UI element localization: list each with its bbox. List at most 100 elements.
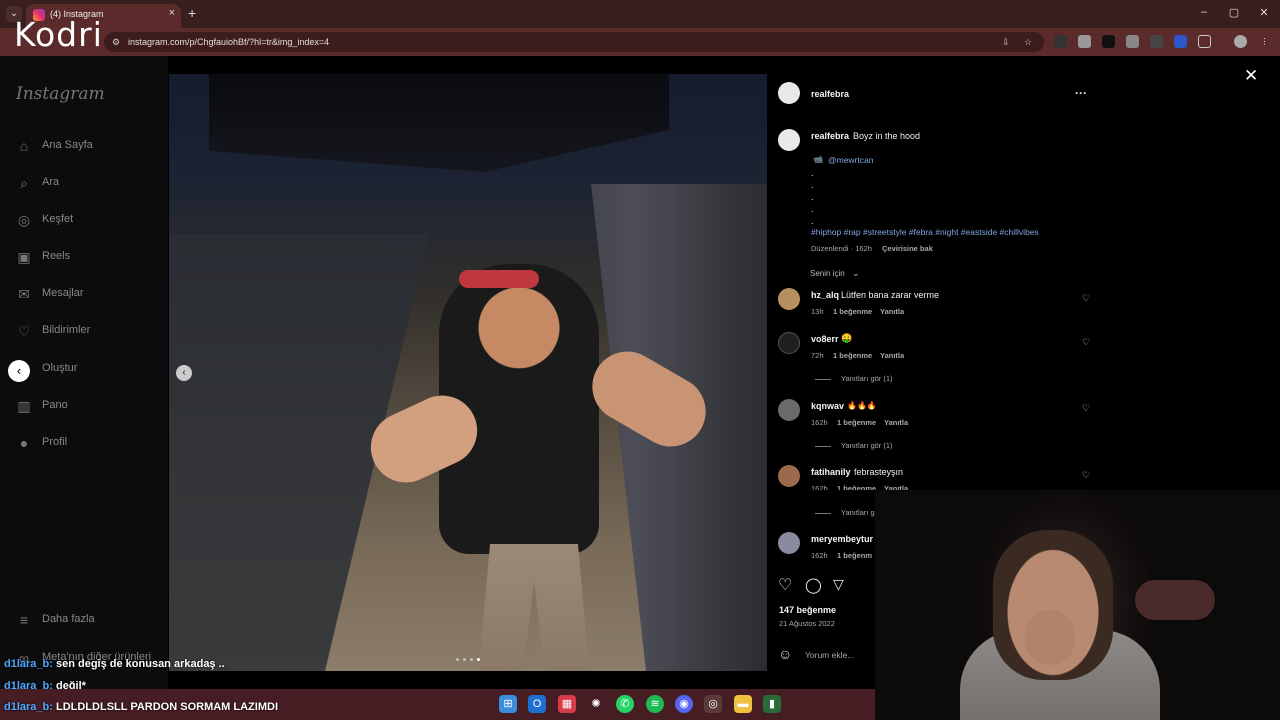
likes-count[interactable]: 147 beğenme [779, 605, 836, 615]
comment-like-heart-icon[interactable]: ♡ [1082, 403, 1090, 414]
app-grid-icon[interactable]: ▦ [558, 695, 576, 713]
browser-menu-icon[interactable]: ⋮ [1258, 35, 1271, 48]
extensions-puzzle-icon[interactable] [1198, 35, 1211, 48]
comment-username[interactable]: fatihanily [811, 467, 851, 477]
reply-link[interactable]: Yanıtla [880, 307, 904, 316]
view-replies-link[interactable]: Yanıtları gör (1) [815, 374, 893, 383]
comment-avatar[interactable] [778, 332, 800, 354]
chatgpt-icon[interactable]: ✺ [587, 695, 605, 713]
comment-like-heart-icon[interactable]: ♡ [1082, 293, 1090, 304]
whatsapp-icon[interactable]: ✆ [616, 695, 634, 713]
caption-avatar[interactable] [778, 129, 800, 151]
stream-brand-logo: Kodri [14, 15, 103, 54]
carousel-indicator [456, 658, 484, 662]
extension-icon[interactable] [1102, 35, 1115, 48]
file-explorer-icon[interactable]: ▬ [734, 695, 752, 713]
comment-avatar[interactable] [778, 465, 800, 487]
comment-bubble-icon[interactable]: ◯ [805, 576, 822, 594]
reply-link[interactable]: Yanıtla [880, 351, 904, 360]
post-photo[interactable] [169, 74, 767, 671]
comment-likes[interactable]: 1 beğenme [837, 418, 876, 427]
browser-tab-bar: ⌄ (4) Instagram × + – ▢ ✕ [0, 0, 1280, 28]
comment-filter-dropdown[interactable]: Senin için [810, 269, 845, 278]
add-comment-input[interactable]: Yorum ekle... [805, 650, 854, 660]
carousel-dot [470, 658, 473, 661]
sidebar-item-reels[interactable]: ▣ Reels [16, 247, 166, 269]
previous-photo-button[interactable]: ‹ [176, 365, 192, 381]
comment-avatar[interactable] [778, 288, 800, 310]
sidebar-item-dashboard[interactable]: ▥ Pano [16, 396, 166, 418]
profile-avatar-icon[interactable] [1234, 35, 1247, 48]
comment-username[interactable]: vo8err [811, 334, 839, 344]
author-username[interactable]: realfebra [811, 89, 849, 99]
comment-likes[interactable]: 1 beğenm [837, 551, 872, 560]
sidebar-item-label: Profil [42, 436, 68, 448]
comment-username[interactable]: meryembeytur [811, 534, 873, 544]
chevron-down-icon[interactable]: ⌄ [852, 268, 860, 279]
comment-username[interactable]: hz_alq [811, 290, 839, 300]
sidebar-item-explore[interactable]: ◎ Keşfet [16, 210, 166, 232]
windows-start-icon[interactable]: ⊞ [499, 695, 517, 713]
sidebar-item-messages[interactable]: ✉ Mesajlar [16, 284, 166, 306]
credit-mention-link[interactable]: @mewrtcan [828, 155, 873, 165]
spotify-icon[interactable]: ≋ [646, 695, 664, 713]
close-window-button[interactable]: ✕ [1254, 6, 1274, 19]
url-text: instagram.com/p/ChgfauiohBf/?hl=tr&img_i… [128, 37, 330, 47]
extension-icon[interactable] [1126, 35, 1139, 48]
carousel-dot [456, 658, 459, 661]
camera-emoji: 📹 [813, 155, 823, 164]
close-post-icon[interactable]: ✕ [1244, 66, 1258, 86]
comment-avatar[interactable] [778, 532, 800, 554]
instagram-logo[interactable]: Instagram [16, 84, 105, 104]
extension-icon[interactable] [1078, 35, 1091, 48]
comment-like-heart-icon[interactable]: ♡ [1082, 337, 1090, 348]
tab-close-icon[interactable]: × [169, 7, 175, 19]
comment-like-heart-icon[interactable]: ♡ [1082, 470, 1090, 481]
minimize-button[interactable]: – [1194, 6, 1214, 18]
comment-time: 72h [811, 351, 824, 360]
sidebar-item-label: Pano [42, 399, 68, 411]
view-replies-link[interactable]: Yanıtları gör (1) [815, 441, 893, 450]
translate-link[interactable]: Çevirisine bak [882, 244, 933, 253]
url-field[interactable]: ⚙ instagram.com/p/ChgfauiohBf/?hl=tr&img… [104, 32, 1044, 52]
chrome-icon[interactable]: ◎ [704, 695, 722, 713]
comment-likes[interactable]: 1 beğenme [833, 351, 872, 360]
sidebar-item-home[interactable]: ⌂ Ana Sayfa [16, 136, 166, 158]
sidebar-item-more[interactable]: ≡ Daha fazla [16, 610, 166, 632]
site-info-icon[interactable]: ⚙ [112, 37, 122, 47]
discord-icon[interactable]: ◉ [675, 695, 693, 713]
emoji-picker-icon[interactable]: ☺ [778, 646, 792, 662]
sidebar-item-notifications[interactable]: ♡ Bildirimler [16, 321, 166, 343]
instagram-sidebar: Instagram ⌂ Ana Sayfa ⌕ Ara ◎ Keşfet ▣ R… [0, 56, 168, 720]
webcam-overlay [875, 490, 1280, 720]
extension-icon[interactable] [1054, 35, 1067, 48]
webcam-streamer-hand [1025, 610, 1075, 665]
view-replies-link[interactable]: Yanıtları g [815, 508, 875, 517]
profile-icon: ● [19, 435, 29, 451]
reply-link[interactable]: Yanıtla [884, 418, 908, 427]
outlook-icon[interactable]: O [528, 695, 546, 713]
chat-text: sen degiş de konusan arkadaş .. [55, 658, 225, 670]
maximize-button[interactable]: ▢ [1224, 6, 1244, 19]
sidebar-item-create[interactable]: ⊞ Oluştur [16, 359, 166, 381]
caption-username[interactable]: realfebra [811, 131, 849, 141]
sidebar-item-profile[interactable]: ● Profil [16, 433, 166, 455]
install-app-icon[interactable]: ⇩ [1002, 37, 1012, 47]
share-send-icon[interactable]: ▽ [833, 576, 844, 593]
author-avatar[interactable] [778, 82, 800, 104]
home-icon: ⌂ [19, 138, 29, 154]
more-options-icon[interactable]: ··· [1075, 86, 1087, 100]
sidebar-item-search[interactable]: ⌕ Ara [16, 173, 166, 195]
back-arrow-button[interactable]: ‹ [8, 360, 30, 382]
comment-time: 162h [811, 551, 828, 560]
app-icon[interactable]: ▮ [763, 695, 781, 713]
new-tab-button[interactable]: + [188, 5, 196, 21]
comment-avatar[interactable] [778, 399, 800, 421]
bookmark-star-icon[interactable]: ☆ [1024, 37, 1034, 47]
comment-likes[interactable]: 1 beğenme [833, 307, 872, 316]
extension-icon[interactable] [1174, 35, 1187, 48]
comment-username[interactable]: kqnwav [811, 401, 844, 411]
extension-icon[interactable] [1150, 35, 1163, 48]
hashtags-link[interactable]: #hiphop #rap #streetstyle #febra #night … [811, 227, 1039, 237]
like-heart-icon[interactable]: ♡ [778, 575, 792, 595]
